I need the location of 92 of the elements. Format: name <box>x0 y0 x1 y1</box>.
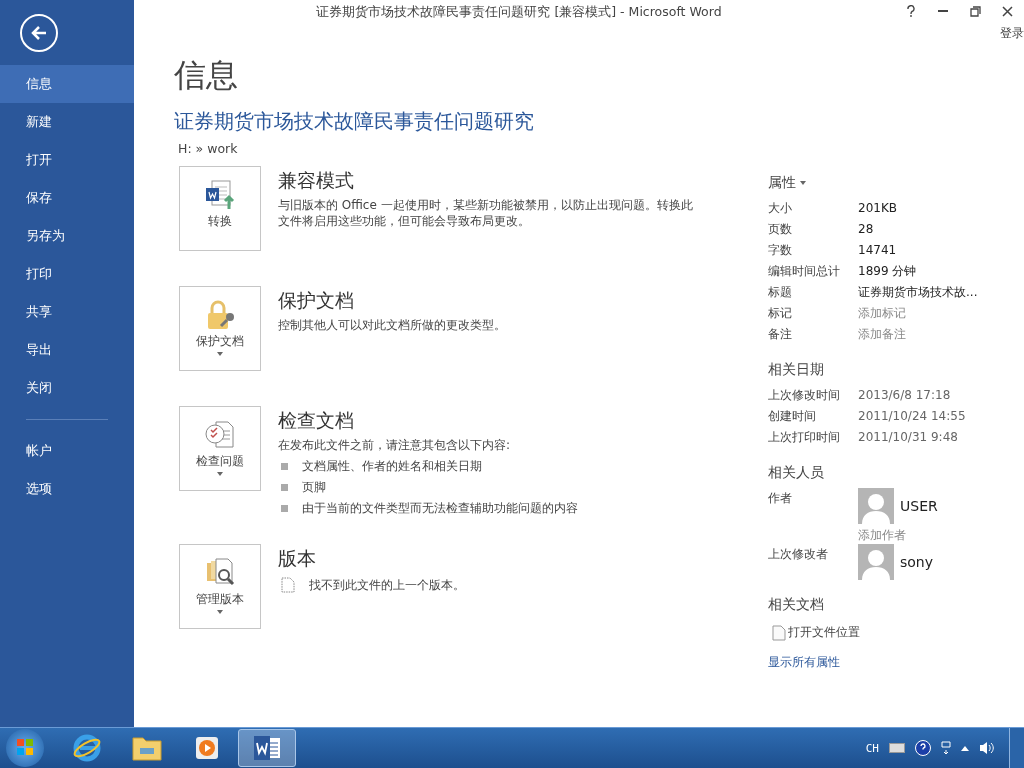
avatar-silhouette-icon <box>858 544 894 580</box>
sidebar-item[interactable]: 新建 <box>0 103 134 141</box>
close-icon <box>1001 5 1013 17</box>
avatar-silhouette-icon <box>858 488 894 524</box>
page-heading: 信息 <box>174 55 239 96</box>
sidebar-item[interactable]: 帐户 <box>0 432 134 470</box>
related-heading: 相关文档 <box>768 596 824 614</box>
dates-heading: 相关日期 <box>768 361 824 379</box>
property-value: 证券期货市场技术故... <box>858 284 978 301</box>
date-label: 上次修改时间 <box>768 387 841 404</box>
media-player-icon <box>193 734 221 762</box>
action-button[interactable]: 检查问题 <box>179 406 261 491</box>
action-button[interactable]: 转换 <box>179 166 261 251</box>
author-label: 作者 <box>768 490 793 507</box>
section-title: 版本 <box>278 546 317 571</box>
open-location-button[interactable]: 打开文件位置 <box>768 624 1024 641</box>
caret-icon[interactable] <box>800 181 806 185</box>
language-indicator[interactable]: CH <box>865 741 879 755</box>
document-title: 证券期货市场技术故障民事责任问题研究 <box>174 108 535 135</box>
action-button[interactable]: 保护文档 <box>179 286 261 371</box>
property-label: 页数 <box>768 221 793 238</box>
author-name: USER <box>900 496 938 516</box>
sidebar-item[interactable]: 关闭 <box>0 369 134 407</box>
section-description: 与旧版本的 Office 一起使用时，某些新功能被禁用，以防止出现问题。转换此文件将启用这些功能，但可能会导致布局更改。 <box>278 197 694 229</box>
property-value: 28 <box>858 221 874 238</box>
property-label: 备注 <box>768 326 793 343</box>
back-button[interactable] <box>20 14 58 52</box>
caret-icon <box>217 610 223 614</box>
restore-icon <box>969 5 981 17</box>
date-label: 上次打印时间 <box>768 429 841 446</box>
date-value: 2011/10/24 14:55 <box>858 408 966 425</box>
help-icon <box>906 5 916 17</box>
property-label: 编辑时间总计 <box>768 263 841 280</box>
file-path: H: » work <box>178 141 239 156</box>
sidebar-item[interactable]: 导出 <box>0 331 134 369</box>
bullet-icon <box>281 462 288 470</box>
bullet-text: 页脚 <box>302 479 326 495</box>
section-description: 控制其他人可以对此文档所做的更改类型。 <box>278 317 507 333</box>
document-icon <box>772 624 786 641</box>
section-title: 检查文档 <box>278 408 355 433</box>
sidebar-item[interactable]: 选项 <box>0 470 134 508</box>
property-label: 标记 <box>768 305 793 322</box>
date-label: 创建时间 <box>768 408 817 425</box>
property-value: 201KB <box>858 200 897 217</box>
property-value: 14741 <box>858 242 897 259</box>
section-title: 兼容模式 <box>278 168 355 193</box>
property-label: 标题 <box>768 284 793 301</box>
windows-logo-icon <box>16 737 34 756</box>
date-value: 2013/6/8 17:18 <box>858 387 951 404</box>
folder-icon <box>131 734 163 762</box>
sign-in-link[interactable]: 登录 <box>1000 25 1024 42</box>
sidebar-item[interactable]: 保存 <box>0 179 134 217</box>
section-description: 在发布此文件之前，请注意其包含以下内容: <box>278 437 512 453</box>
window-title: 证券期货市场技术故障民事责任问题研究 [兼容模式] - Microsoft Word <box>316 3 722 21</box>
date-value: 2011/10/31 9:48 <box>858 429 958 446</box>
properties-heading[interactable]: 属性 <box>768 174 796 192</box>
up-caret-icon[interactable] <box>961 745 969 751</box>
sidebar-item[interactable]: 打开 <box>0 141 134 179</box>
document-outline-icon <box>281 577 295 593</box>
bullet-text: 由于当前的文件类型而无法检查辅助功能问题的内容 <box>302 500 578 516</box>
checklist-document-icon <box>204 419 236 451</box>
version-note: 找不到此文件的上一个版本。 <box>309 577 465 593</box>
bullet-icon <box>281 504 288 512</box>
minimize-icon <box>938 10 948 12</box>
word-document-icon <box>204 179 236 211</box>
show-desktop-button[interactable] <box>1009 728 1024 768</box>
start-button[interactable] <box>6 729 44 767</box>
show-all-properties-link[interactable]: 显示所有属性 <box>768 655 840 669</box>
property-label: 字数 <box>768 242 793 259</box>
taskbar-app[interactable] <box>238 729 296 767</box>
property-input[interactable]: 添加备注 <box>858 324 906 345</box>
bullet-icon <box>281 483 288 491</box>
speaker-icon[interactable] <box>979 741 995 755</box>
modifier-label: 上次修改者 <box>768 546 829 563</box>
word-icon <box>252 734 282 762</box>
sidebar-item[interactable]: 信息 <box>0 65 134 103</box>
add-author-link[interactable]: 添加作者 <box>858 528 906 542</box>
sidebar-item[interactable]: 另存为 <box>0 217 134 255</box>
bullet-text: 文档属性、作者的姓名和相关日期 <box>302 458 482 474</box>
property-label: 大小 <box>768 200 793 217</box>
sidebar-item[interactable]: 共享 <box>0 293 134 331</box>
caret-icon <box>217 472 223 476</box>
modifier-name: sony <box>900 552 934 572</box>
property-value: 1899 分钟 <box>858 263 917 280</box>
help-icon[interactable] <box>915 740 931 756</box>
sidebar-item[interactable]: 打印 <box>0 255 134 293</box>
section-title: 保护文档 <box>278 288 355 313</box>
browser-e-icon <box>72 733 102 763</box>
property-input[interactable]: 添加标记 <box>858 303 906 324</box>
action-button[interactable]: 管理版本 <box>179 544 261 629</box>
caret-icon <box>217 352 223 356</box>
people-heading: 相关人员 <box>768 464 824 482</box>
